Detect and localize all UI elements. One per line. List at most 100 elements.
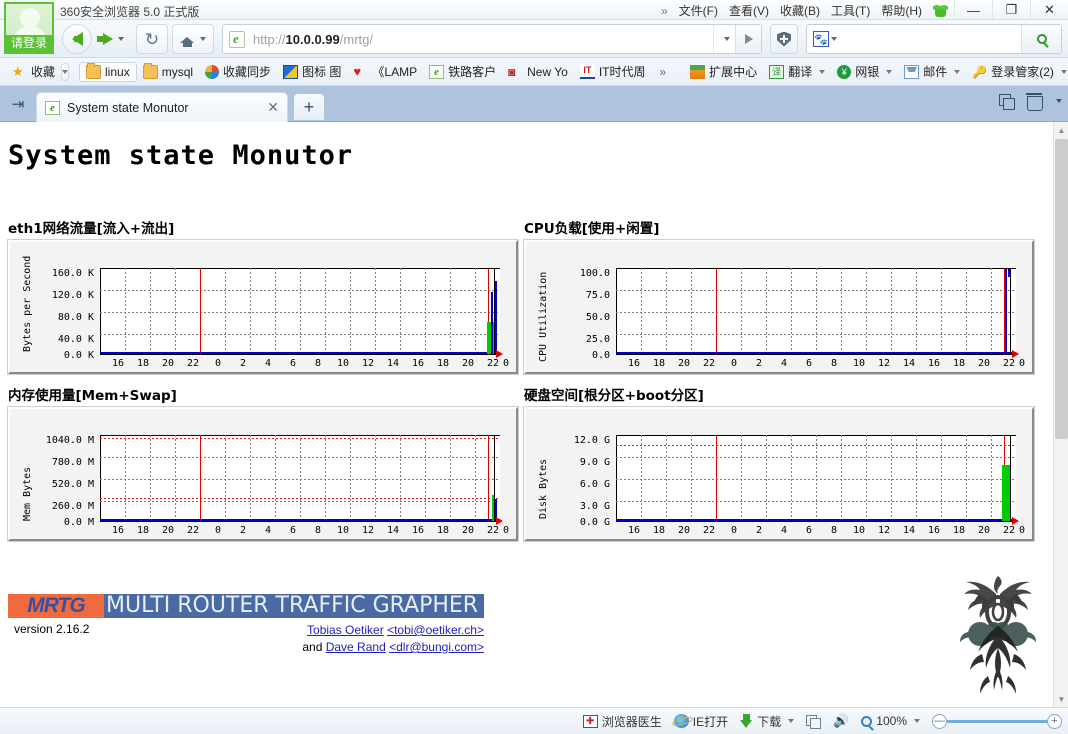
trash-icon[interactable]: [1026, 93, 1043, 111]
close-button[interactable]: ✕: [1030, 0, 1068, 20]
bookmarks-overflow-chevron[interactable]: »: [659, 65, 666, 79]
series-baseline: [616, 352, 1016, 354]
scroll-down-button[interactable]: ▼: [1054, 691, 1068, 707]
series-peak-marker: [1010, 268, 1011, 354]
search-button[interactable]: [1021, 25, 1061, 53]
author-tobias-link[interactable]: Tobias Oetiker: [307, 623, 384, 637]
go-button[interactable]: [735, 25, 761, 53]
chevron-down-icon[interactable]: [831, 37, 837, 41]
toolbar-translate[interactable]: 译 翻译: [763, 61, 831, 82]
status-sound[interactable]: 🔊: [833, 713, 849, 729]
chevron-down-icon[interactable]: [1056, 99, 1062, 103]
chevron-down-icon[interactable]: [914, 719, 920, 723]
scrollbar-thumb[interactable]: [1055, 139, 1068, 439]
reload-button[interactable]: ↻: [136, 24, 168, 54]
series-area-mem: [492, 495, 494, 521]
x-tick-label: 4: [264, 358, 272, 369]
zoom-in-button[interactable]: +: [1047, 713, 1062, 729]
status-window-mode[interactable]: [806, 714, 822, 729]
favorites-dropdown[interactable]: [61, 62, 70, 81]
it-icon: IT: [579, 64, 595, 79]
now-marker: [716, 435, 717, 522]
bookmark-icons[interactable]: 图标 图: [277, 61, 347, 82]
green-e-icon: e: [45, 100, 60, 115]
forward-button[interactable]: [94, 24, 132, 54]
bookmark-label: mysql: [161, 64, 194, 79]
restore-windows-icon[interactable]: [999, 93, 1015, 110]
status-zoom[interactable]: 100%: [861, 714, 920, 728]
bookmark-railway[interactable]: e 铁路客户: [423, 61, 502, 82]
chart-canvas[interactable]: Mem Bytes 1040.0 M 780.0 M 520.0 M 260.0…: [7, 406, 519, 542]
menu-item-help[interactable]: 帮助(H): [881, 2, 922, 19]
tab-system-state-monitor[interactable]: e System state Monutor ✕: [36, 92, 288, 122]
login-label[interactable]: 请登录: [6, 35, 52, 52]
doctor-icon: ✚: [582, 714, 598, 728]
account-avatar[interactable]: 请登录: [4, 2, 54, 54]
now-marker: [716, 268, 717, 355]
author-dave-email[interactable]: <dlr@bungi.com>: [389, 640, 484, 654]
menu-item-view[interactable]: 查看(V): [729, 2, 769, 19]
bookmark-lamp[interactable]: ♥ 《LAMP: [347, 61, 423, 82]
bookmark-newyo[interactable]: ◙ New Yo: [502, 63, 574, 81]
toolbar-mail[interactable]: 邮件: [898, 61, 966, 82]
paw-icon[interactable]: 🐾: [813, 31, 829, 47]
menu-overflow-chevron[interactable]: »: [661, 4, 668, 18]
address-dropdown-button[interactable]: [713, 25, 735, 53]
address-bar[interactable]: http://10.0.0.99/mrtg/: [222, 24, 762, 54]
zoom-slider[interactable]: — +: [932, 713, 1062, 729]
plot-area: [616, 268, 1019, 358]
toolbar-password-manager[interactable]: 🔑 登录管家(2): [966, 61, 1068, 82]
bookmark-label: New Yo: [527, 64, 568, 79]
maximize-button[interactable]: ❐: [992, 0, 1030, 20]
status-browser-doctor[interactable]: ✚ 浏览器医生: [582, 713, 662, 730]
bookmark-favorites[interactable]: ★ 收藏: [6, 61, 61, 82]
bookmark-linux[interactable]: linux: [79, 61, 137, 82]
chevron-down-icon[interactable]: [819, 69, 826, 74]
menu-item-favorites[interactable]: 收藏(B): [780, 2, 820, 19]
zoom-out-button[interactable]: —: [932, 713, 947, 729]
toolbar-bank[interactable]: ¥ 网银: [831, 61, 898, 82]
chart-cpu-load: CPU负载[使用+闲置] CPU Utilization 100.0 75.0 …: [523, 217, 1035, 375]
menu-item-file[interactable]: 文件(F): [679, 2, 718, 19]
minimize-button[interactable]: —: [954, 0, 992, 20]
scroll-up-button[interactable]: ▲: [1054, 122, 1068, 138]
chevron-down-icon[interactable]: [1060, 69, 1067, 74]
status-open-in-ie[interactable]: IE打开: [673, 713, 728, 730]
chevron-down-icon[interactable]: [886, 69, 893, 74]
page-scrollbar[interactable]: ▲ ▼: [1053, 122, 1068, 707]
title-bar: 360安全浏览器 5.0 正式版 » 文件(F) 查看(V) 收藏(B) 工具(…: [0, 0, 1068, 20]
back-button[interactable]: [62, 24, 92, 54]
chevron-down-icon[interactable]: [788, 719, 795, 723]
chart-canvas[interactable]: CPU Utilization 100.0 75.0 50.0 25.0 0.0: [523, 239, 1035, 375]
menu-item-tools[interactable]: 工具(T): [831, 2, 870, 19]
author-tobias-email[interactable]: <tobi@oetiker.ch>: [387, 623, 484, 637]
search-box[interactable]: 🐾: [806, 24, 1062, 54]
chevron-down-icon[interactable]: [200, 37, 206, 41]
x-tick-label: 16: [927, 358, 941, 369]
x-tick-label: 4: [780, 525, 788, 536]
close-icon[interactable]: ✕: [267, 99, 279, 116]
author-dave-link[interactable]: Dave Rand: [326, 640, 386, 654]
new-tab-button[interactable]: +: [294, 94, 324, 120]
zoom-slider-track[interactable]: [947, 719, 1047, 723]
chevron-down-icon[interactable]: [954, 69, 961, 74]
chart-canvas[interactable]: Bytes per Second 160.0 K 120.0 K 80.0 K …: [7, 239, 519, 375]
y-tick-label: 3.0 G: [579, 501, 610, 512]
y-tick-label: 120.0 K: [51, 290, 94, 301]
x-tick-label: 10: [336, 525, 350, 536]
x-tick-label: 12: [361, 358, 375, 369]
toolbar-extensions[interactable]: 扩展中心: [684, 61, 763, 82]
tab-list-toggle-button[interactable]: ⇥: [4, 92, 32, 116]
mrtg-credits: version 2.16.2 Tobias Oetiker <tobi@oeti…: [8, 618, 484, 664]
bookmark-it[interactable]: IT IT时代周: [574, 61, 652, 82]
bookmark-sync[interactable]: 收藏同步: [199, 61, 277, 82]
chevron-down-icon[interactable]: [117, 37, 124, 41]
y-tick-label: 0.0 G: [579, 517, 610, 528]
bookmark-mysql[interactable]: mysql: [137, 62, 199, 81]
home-button[interactable]: [172, 24, 214, 54]
security-shield-button[interactable]: [770, 24, 798, 54]
status-downloads[interactable]: 下载: [740, 713, 795, 730]
tshirt-skin-icon[interactable]: [933, 4, 948, 18]
chart-canvas[interactable]: Disk Bytes 12.0 G 9.0 G 6.0 G 3.0 G 0.0 …: [523, 406, 1035, 542]
star-icon: ★: [12, 63, 24, 79]
